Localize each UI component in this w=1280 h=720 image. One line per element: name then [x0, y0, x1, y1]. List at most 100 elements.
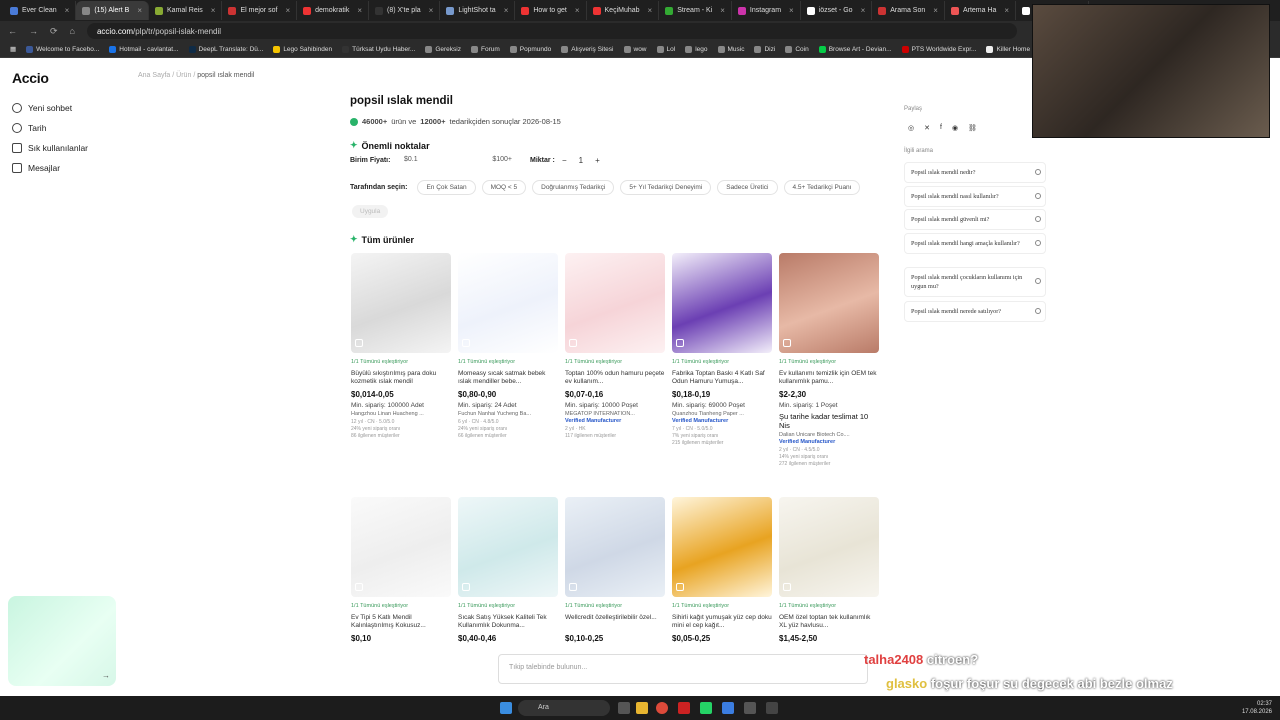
product-card[interactable]: 1/1 Tümünü eşleştiriyor Wellcredit özelle…: [565, 497, 665, 643]
filter-chip[interactable]: 5+ Yıl Tedarikçi Deneyimi: [620, 180, 712, 195]
image-search-icon[interactable]: [783, 583, 791, 591]
bookmark-item[interactable]: Lego Sahibinden: [273, 45, 332, 53]
close-icon[interactable]: ×: [285, 6, 290, 15]
product-name[interactable]: OEM özel toptan tek kullanımlık XL yüz h…: [779, 614, 879, 630]
close-icon[interactable]: ×: [137, 6, 142, 15]
close-icon[interactable]: ×: [65, 6, 70, 15]
browser-tab[interactable]: How to get ×: [515, 1, 587, 20]
close-icon[interactable]: ×: [720, 6, 725, 15]
product-card[interactable]: 1/1 Tümünü eşleştiriyor Fabrika Toptan Ba…: [672, 253, 772, 447]
reddit-icon[interactable]: ◉: [952, 124, 958, 132]
browser-tab[interactable]: KeçiMuhab ×: [587, 1, 660, 20]
browser-tab[interactable]: (15) Alert B ×: [76, 1, 149, 20]
browser-tab[interactable]: Artema Ha ×: [945, 1, 1017, 20]
bookmark-item[interactable]: Gereksiz: [425, 45, 461, 53]
image-search-icon[interactable]: [462, 339, 470, 347]
close-icon[interactable]: ×: [575, 6, 580, 15]
product-name[interactable]: Sihirli kağıt yumuşak yüz cep doku mini …: [672, 614, 772, 630]
browser-tab[interactable]: Arama Son ×: [872, 1, 945, 20]
supplier-name[interactable]: Hangzhou Linan Huacheng ...: [351, 411, 451, 417]
x-icon[interactable]: ✕: [924, 124, 930, 132]
file-explorer-icon[interactable]: [636, 702, 648, 714]
product-image[interactable]: [565, 253, 665, 353]
browser-tab[interactable]: demokratik ×: [297, 1, 370, 20]
bookmark-item[interactable]: DeepL Translate: Dü...: [188, 45, 263, 53]
related-question[interactable]: Popsil ıslak mendil çocukların kullanımı…: [904, 267, 1046, 297]
product-card[interactable]: 1/1 Tümünü eşleştiriyor Sıcak Satış Yükse…: [458, 497, 558, 643]
browser-tab[interactable]: LightShot ta ×: [440, 1, 516, 20]
quantity-stepper[interactable]: − 1 +: [562, 156, 600, 165]
product-card[interactable]: 1/1 Tümünü eşleştiriyor Toptan 100% odun …: [565, 253, 665, 440]
price-range-slider[interactable]: $0.1 $100+: [404, 156, 512, 168]
image-search-icon[interactable]: [569, 583, 577, 591]
bookmark-item[interactable]: Coin: [785, 45, 809, 53]
bookmark-item[interactable]: Welcome to Facebo...: [26, 45, 99, 53]
bookmark-item[interactable]: Türksat Uydu Haber...: [342, 45, 415, 53]
quantity-value[interactable]: 1: [579, 156, 583, 165]
image-search-icon[interactable]: [676, 339, 684, 347]
bookmark-item[interactable]: Popmundo: [509, 45, 551, 53]
chrome-icon[interactable]: [656, 702, 668, 714]
task-view-icon[interactable]: [618, 702, 630, 714]
accio-logo[interactable]: Accio: [12, 70, 49, 86]
forward-icon[interactable]: →: [29, 26, 38, 36]
product-image[interactable]: [351, 253, 451, 353]
facebook-icon[interactable]: f: [940, 124, 942, 132]
image-search-icon[interactable]: [569, 339, 577, 347]
link-icon[interactable]: ⛓: [968, 124, 977, 132]
close-icon[interactable]: ×: [1004, 6, 1009, 15]
product-image[interactable]: [458, 253, 558, 353]
browser-tab[interactable]: Instagram ×: [732, 1, 801, 20]
windows-start-icon[interactable]: [500, 702, 512, 714]
bookmark-item[interactable]: Browse Art - Devian...: [818, 45, 892, 53]
related-question[interactable]: Popsil ıslak mendil hangi amaçla kullanı…: [904, 233, 1046, 254]
product-name[interactable]: Sıcak Satış Yüksek Kaliteli Tek Kullanım…: [458, 614, 558, 630]
related-question[interactable]: Popsil ıslak mendil nerede satılıyor?: [904, 301, 1046, 322]
sidebar-item-messages[interactable]: Mesajlar: [12, 163, 60, 173]
whatsapp-icon[interactable]: ◎: [908, 124, 914, 132]
filter-chip[interactable]: Sadece Üretici: [717, 180, 778, 195]
image-search-icon[interactable]: [676, 583, 684, 591]
image-search-icon[interactable]: [355, 583, 363, 591]
opera-icon[interactable]: [678, 702, 690, 714]
close-icon[interactable]: ×: [357, 6, 362, 15]
product-name[interactable]: Ev kullanımı temizlik için OEM tek kulla…: [779, 370, 879, 386]
browser-tab[interactable]: Ever Clean ×: [4, 1, 77, 20]
home-icon[interactable]: ⌂: [70, 26, 75, 36]
bookmark-item[interactable]: Forum: [471, 45, 500, 53]
product-image[interactable]: [672, 497, 772, 597]
close-icon[interactable]: ×: [933, 6, 938, 15]
bookmark-item[interactable]: Alışveriş Sitesi: [561, 45, 614, 53]
bookmark-item[interactable]: lego: [685, 45, 708, 53]
product-image[interactable]: [779, 497, 879, 597]
sidebar-item-new-chat[interactable]: Yeni sohbet: [12, 103, 72, 113]
product-name[interactable]: Ev Tipi 5 Katlı Mendil Kalınlaştırılmış …: [351, 614, 451, 630]
product-name[interactable]: Momeasy sıcak satmak bebek ıslak mendill…: [458, 370, 558, 386]
filter-chip[interactable]: Doğrulanmış Tedarikçi: [532, 180, 615, 195]
bookmark-item[interactable]: Lol: [656, 45, 675, 53]
product-card[interactable]: 1/1 Tümünü eşleştiriyor OEM özel toptan t…: [779, 497, 879, 643]
arrow-right-icon[interactable]: →: [102, 671, 110, 680]
supplier-name[interactable]: Fuchun Nanhai Yucheng Ba...: [458, 411, 558, 417]
related-question[interactable]: Popsil ıslak mendil nedir?: [904, 162, 1046, 183]
product-card[interactable]: 1/1 Tümünü eşleştiriyor Ev Tipi 5 Katlı M…: [351, 497, 451, 643]
ask-input[interactable]: Tıkip talebinde bulunun...: [498, 654, 868, 684]
supplier-name[interactable]: Dalian Unicare Biotech Co....: [779, 432, 879, 438]
product-card[interactable]: 1/1 Tümünü eşleştiriyor Sihirli kağıt yum…: [672, 497, 772, 643]
close-icon[interactable]: ×: [429, 6, 434, 15]
product-card[interactable]: 1/1 Tümünü eşleştiriyor Momeasy sıcak sat…: [458, 253, 558, 440]
product-name[interactable]: Toptan 100% odun hamuru peçete ev kullan…: [565, 370, 665, 386]
product-image[interactable]: [351, 497, 451, 597]
close-icon[interactable]: ×: [504, 6, 509, 15]
taskbar-clock[interactable]: 02:37 17.08.2026: [1242, 700, 1272, 716]
browser-tab[interactable]: (8) X'te pla ×: [369, 1, 441, 20]
whatsapp-app-icon[interactable]: [700, 702, 712, 714]
browser-tab[interactable]: Stream - Ki ×: [659, 1, 732, 20]
product-card[interactable]: 1/1 Tümünü eşleştiriyor Ev kullanımı temi…: [779, 253, 879, 468]
apps-icon[interactable]: ▦: [10, 45, 16, 53]
product-image[interactable]: [779, 253, 879, 353]
back-icon[interactable]: ←: [8, 26, 17, 36]
product-name[interactable]: Fabrika Toptan Baskı 4 Katlı Saf Odun Ha…: [672, 370, 772, 386]
browser-tab[interactable]: El mejor sof ×: [222, 1, 298, 20]
sidebar-item-history[interactable]: Tarih: [12, 123, 46, 133]
